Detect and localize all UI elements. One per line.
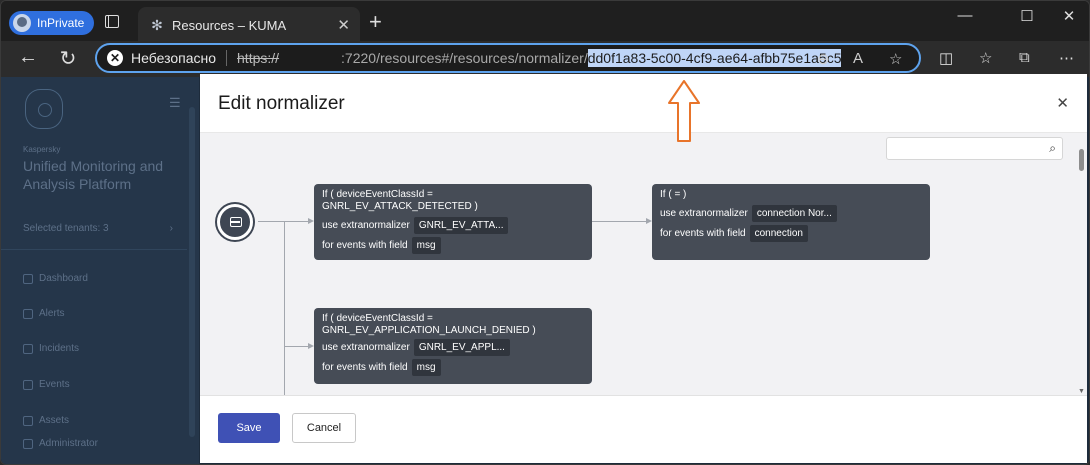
- minimize-icon[interactable]: —: [945, 7, 985, 24]
- tenant-label: Selected tenants: 3: [23, 223, 109, 234]
- annotation-arrow-icon: [668, 80, 700, 142]
- sidebar-item-label: Dashboard: [39, 273, 88, 284]
- node-field-value: connection: [749, 225, 808, 242]
- node-extra-value: GNRL_EV_ATTA...: [413, 217, 509, 234]
- assets-icon: [23, 415, 33, 426]
- edit-normalizer-dialog: Edit normalizer ✕ ⌕ If ( deviceEventClas…: [200, 74, 1087, 463]
- collections-icon[interactable]: ⧉: [1019, 49, 1030, 66]
- kuma-logo-icon: [25, 89, 63, 129]
- tab-active[interactable]: ✻ Resources – KUMA ✕: [138, 7, 360, 43]
- sidebar-item-alerts[interactable]: Alerts: [23, 308, 65, 319]
- maximize-icon[interactable]: ☐: [1007, 7, 1047, 25]
- connector-line: [284, 346, 308, 347]
- server-icon: [230, 217, 242, 227]
- sidebar-item-assets[interactable]: Assets: [23, 415, 69, 426]
- node-field-value: msg: [411, 237, 441, 254]
- node-condition: If ( deviceEventClassId = GNRL_EV_APPLIC…: [322, 313, 584, 337]
- node-extra-value: connection Nor...: [751, 205, 837, 222]
- cancel-button[interactable]: Cancel: [292, 413, 356, 443]
- node-extra-label: use extranormalizer: [322, 342, 410, 353]
- tab-bar: InPrivate ✻ Resources – KUMA ✕ + — ☐ ✕: [1, 1, 1089, 43]
- user-icon: [23, 438, 33, 449]
- address-separator: [226, 50, 228, 66]
- scroll-down-icon[interactable]: ▼: [1078, 388, 1085, 395]
- sidebar-item-label: Incidents: [39, 343, 80, 354]
- normalizer-node[interactable]: If ( deviceEventClassId = GNRL_EV_APPLIC…: [314, 308, 592, 384]
- node-condition-line: If ( deviceEventClassId =: [322, 313, 433, 324]
- node-field-label: for events with field: [660, 228, 746, 239]
- window-close-icon[interactable]: ✕: [1049, 7, 1089, 25]
- dialog-title: Edit normalizer: [218, 93, 345, 114]
- normalizer-node[interactable]: If ( deviceEventClassId = GNRL_EV_ATTACK…: [314, 184, 592, 260]
- sidebar: ☰ Kaspersky Unified Monitoring and Analy…: [1, 77, 199, 464]
- sidebar-item-label: Assets: [39, 415, 70, 426]
- alerts-icon: [23, 308, 33, 319]
- node-field-value: msg: [411, 359, 441, 376]
- inprivate-label: InPrivate: [37, 16, 85, 30]
- connector-line: [592, 221, 646, 222]
- sidebar-scrollbar[interactable]: [189, 107, 195, 437]
- node-condition-line: GNRL_EV_APPLICATION_LAUNCH_DENIED ): [322, 325, 536, 336]
- tab-title: Resources – KUMA: [172, 17, 287, 33]
- tab-close-icon[interactable]: ✕: [337, 16, 350, 34]
- back-icon[interactable]: ←: [15, 46, 41, 69]
- new-tab-icon[interactable]: +: [369, 9, 382, 35]
- node-extra-label: use extranormalizer: [322, 220, 410, 231]
- normalizer-tree-canvas[interactable]: ⌕ If ( deviceEventClassId = GNRL_EV_ATTA…: [200, 133, 1087, 395]
- root-normalizer-node[interactable]: [217, 204, 253, 240]
- sidebar-item-label: Events: [39, 379, 70, 390]
- insecure-label: Небезопасно: [131, 50, 217, 66]
- browser-window: InPrivate ✻ Resources – KUMA ✕ + — ☐ ✕ ←…: [0, 0, 1090, 465]
- profile-avatar-icon: [13, 14, 31, 32]
- connector-line: [284, 222, 285, 395]
- footer-divider: [200, 395, 1087, 396]
- node-condition: If ( deviceEventClassId = GNRL_EV_ATTACK…: [322, 189, 478, 212]
- menu-icon[interactable]: ☰: [169, 95, 181, 111]
- tenant-selector[interactable]: Selected tenants: 3 ›: [23, 223, 173, 234]
- search-input[interactable]: ⌕: [886, 137, 1063, 160]
- address-bar[interactable]: ✕ Небезопасно https:// :7220/resources#/…: [95, 43, 921, 73]
- sidebar-item-events[interactable]: Events: [23, 379, 70, 390]
- brand-title: Unified Monitoring and Analysis Platform: [23, 158, 164, 192]
- favorite-star-icon[interactable]: ☆: [889, 50, 902, 68]
- dashboard-icon: [23, 273, 33, 284]
- node-field-label: for events with field: [322, 240, 408, 251]
- node-field-label: for events with field: [322, 362, 408, 373]
- sidebar-item-dashboard[interactable]: Dashboard: [23, 273, 88, 284]
- node-extra-label: use extranormalizer: [660, 208, 748, 219]
- node-condition: If ( = ): [660, 189, 687, 200]
- inprivate-badge[interactable]: InPrivate: [9, 11, 95, 35]
- insecure-icon[interactable]: ✕: [107, 50, 123, 66]
- save-button[interactable]: Save: [218, 413, 280, 443]
- sidebar-item-label: Administrator: [39, 438, 98, 449]
- search-icon[interactable]: ⌕: [1049, 141, 1056, 156]
- navigation-bar: ← ↻ ✕ Небезопасно https:// :7220/resourc…: [1, 41, 1089, 77]
- node-extra-value: GNRL_EV_APPL...: [413, 339, 510, 356]
- split-screen-icon[interactable]: ◫: [939, 49, 953, 67]
- connector-line: [258, 221, 308, 222]
- settings-more-icon[interactable]: ⋯: [1059, 49, 1074, 67]
- scrollbar-thumb[interactable]: [1079, 149, 1084, 171]
- url-selected-id: dd0f1a83-5c00-4cf9-ae64-afbb75e1a5c5: [587, 49, 842, 67]
- url-path: :7220/resources#/resources/normalizer/: [341, 50, 588, 66]
- sidebar-item-label: Alerts: [39, 308, 65, 319]
- sidebar-item-incidents[interactable]: Incidents: [23, 343, 79, 354]
- close-icon[interactable]: ✕: [1056, 94, 1069, 112]
- kuma-favicon-icon: ✻: [151, 17, 163, 33]
- read-aloud-icon[interactable]: A: [853, 50, 863, 67]
- chevron-right-icon: ›: [169, 223, 173, 234]
- url-scheme: https://: [237, 50, 280, 66]
- favorites-icon[interactable]: ☆: [979, 49, 992, 67]
- canvas-scrollbar[interactable]: ▼: [1078, 145, 1085, 395]
- brand-vendor: Kaspersky: [23, 145, 61, 154]
- zoom-icon[interactable]: ⊖: [817, 50, 830, 68]
- sidebar-item-administrator[interactable]: Administrator: [23, 438, 98, 449]
- events-icon: [23, 379, 33, 390]
- tab-actions-icon[interactable]: [105, 15, 119, 28]
- normalizer-node[interactable]: If ( = ) use extranormalizer connection …: [652, 184, 930, 260]
- incidents-icon: [23, 343, 33, 354]
- refresh-icon[interactable]: ↻: [55, 46, 81, 71]
- sidebar-divider: [1, 249, 187, 250]
